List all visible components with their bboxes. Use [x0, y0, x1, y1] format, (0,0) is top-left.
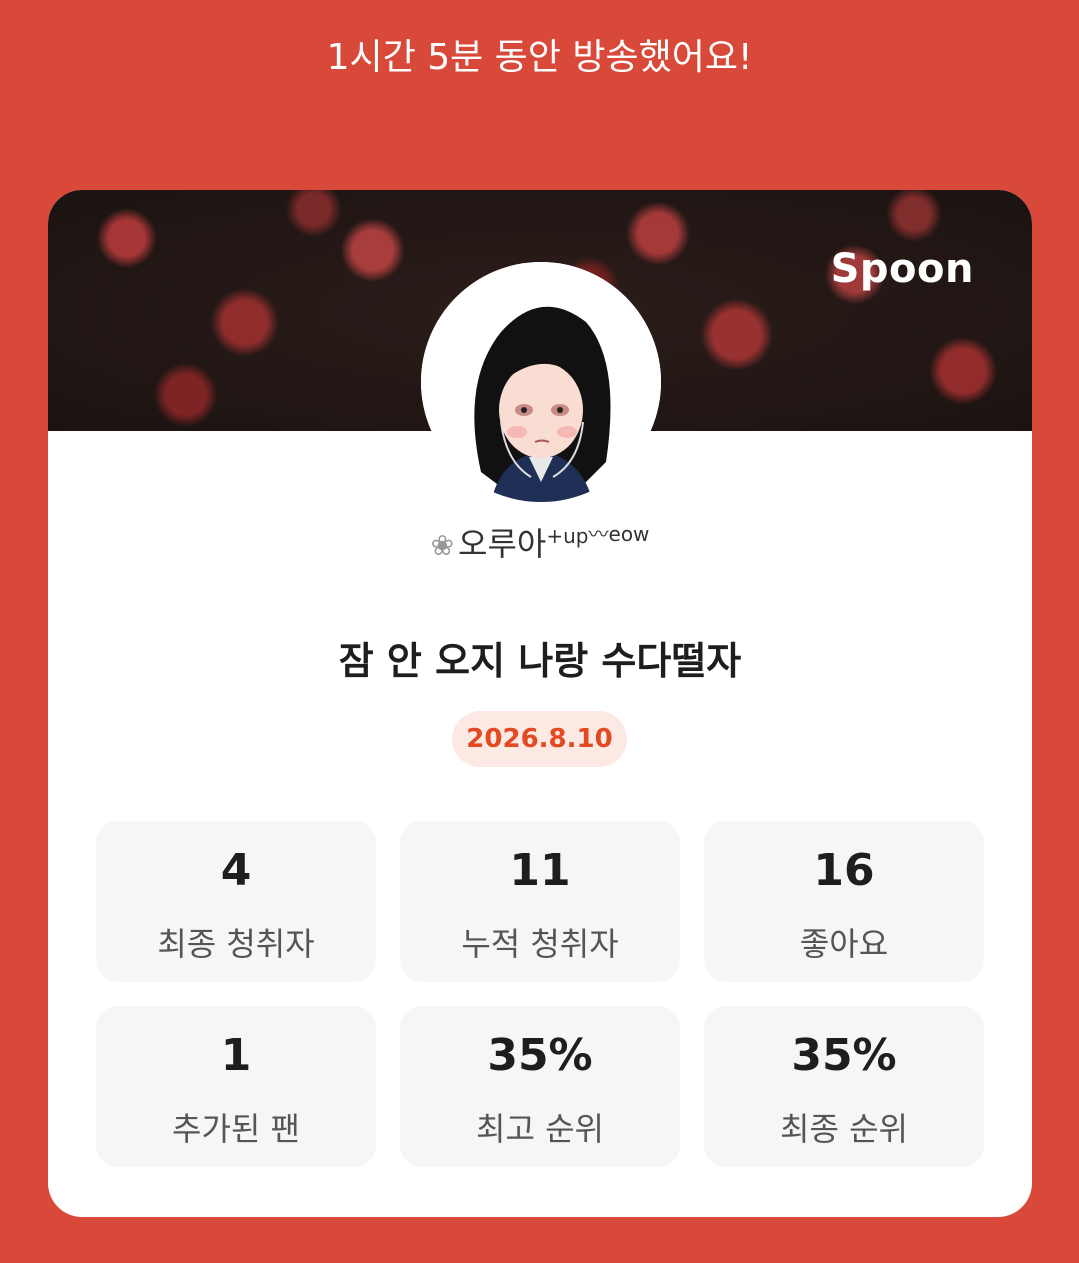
stat-value: 35% [487, 1030, 593, 1081]
stat-label: 최종 청취자 [157, 925, 315, 963]
avatar-illustration-icon [421, 262, 661, 502]
stat-label: 좋아요 [799, 925, 889, 963]
stat-value: 1 [220, 1030, 252, 1081]
stat-label: 최종 순위 [780, 1110, 908, 1148]
stat-new-fans: 1 추가된 팬 [96, 1006, 376, 1167]
stat-value: 11 [509, 845, 571, 896]
stat-final-rank: 35% 최종 순위 [704, 1006, 984, 1167]
stat-value: 35% [791, 1030, 897, 1081]
nickname-tail: eow [608, 522, 650, 546]
nickname-main: 오루아 [458, 525, 547, 563]
stats-grid: 4 최종 청취자 11 누적 청취자 16 좋아요 1 추가된 팬 35% 최고… [96, 821, 984, 1167]
broadcast-title: 잠 안 오지 나랑 수다떨자 [338, 639, 742, 683]
stat-label: 누적 청취자 [461, 925, 619, 963]
flower-icon: ❀ [430, 529, 455, 562]
nickname-sup: +up [546, 524, 589, 548]
broadcast-summary-card: Spoon ❀ 오루아+up〰eow 잠 안 오지 나랑 수다떨자 2026.8… [48, 190, 1032, 1217]
stat-final-listeners: 4 최종 청취자 [96, 821, 376, 982]
stat-likes: 16 좋아요 [704, 821, 984, 982]
spoon-logo: Spoon [830, 246, 974, 292]
stat-label: 추가된 팬 [172, 1110, 300, 1148]
wave-icon: 〰 [588, 522, 609, 546]
stat-label: 최고 순위 [476, 1110, 604, 1148]
date-badge: 2026.8.10 [452, 711, 627, 767]
broadcast-duration-message: 1시간 5분 동안 방송했어요! [326, 37, 753, 78]
avatar[interactable] [421, 262, 661, 502]
broadcaster-nickname[interactable]: ❀ 오루아+up〰eow [48, 518, 1032, 565]
stat-value: 16 [813, 845, 875, 896]
stat-total-listeners: 11 누적 청취자 [400, 821, 680, 982]
stat-value: 4 [220, 845, 252, 896]
stat-best-rank: 35% 최고 순위 [400, 1006, 680, 1167]
